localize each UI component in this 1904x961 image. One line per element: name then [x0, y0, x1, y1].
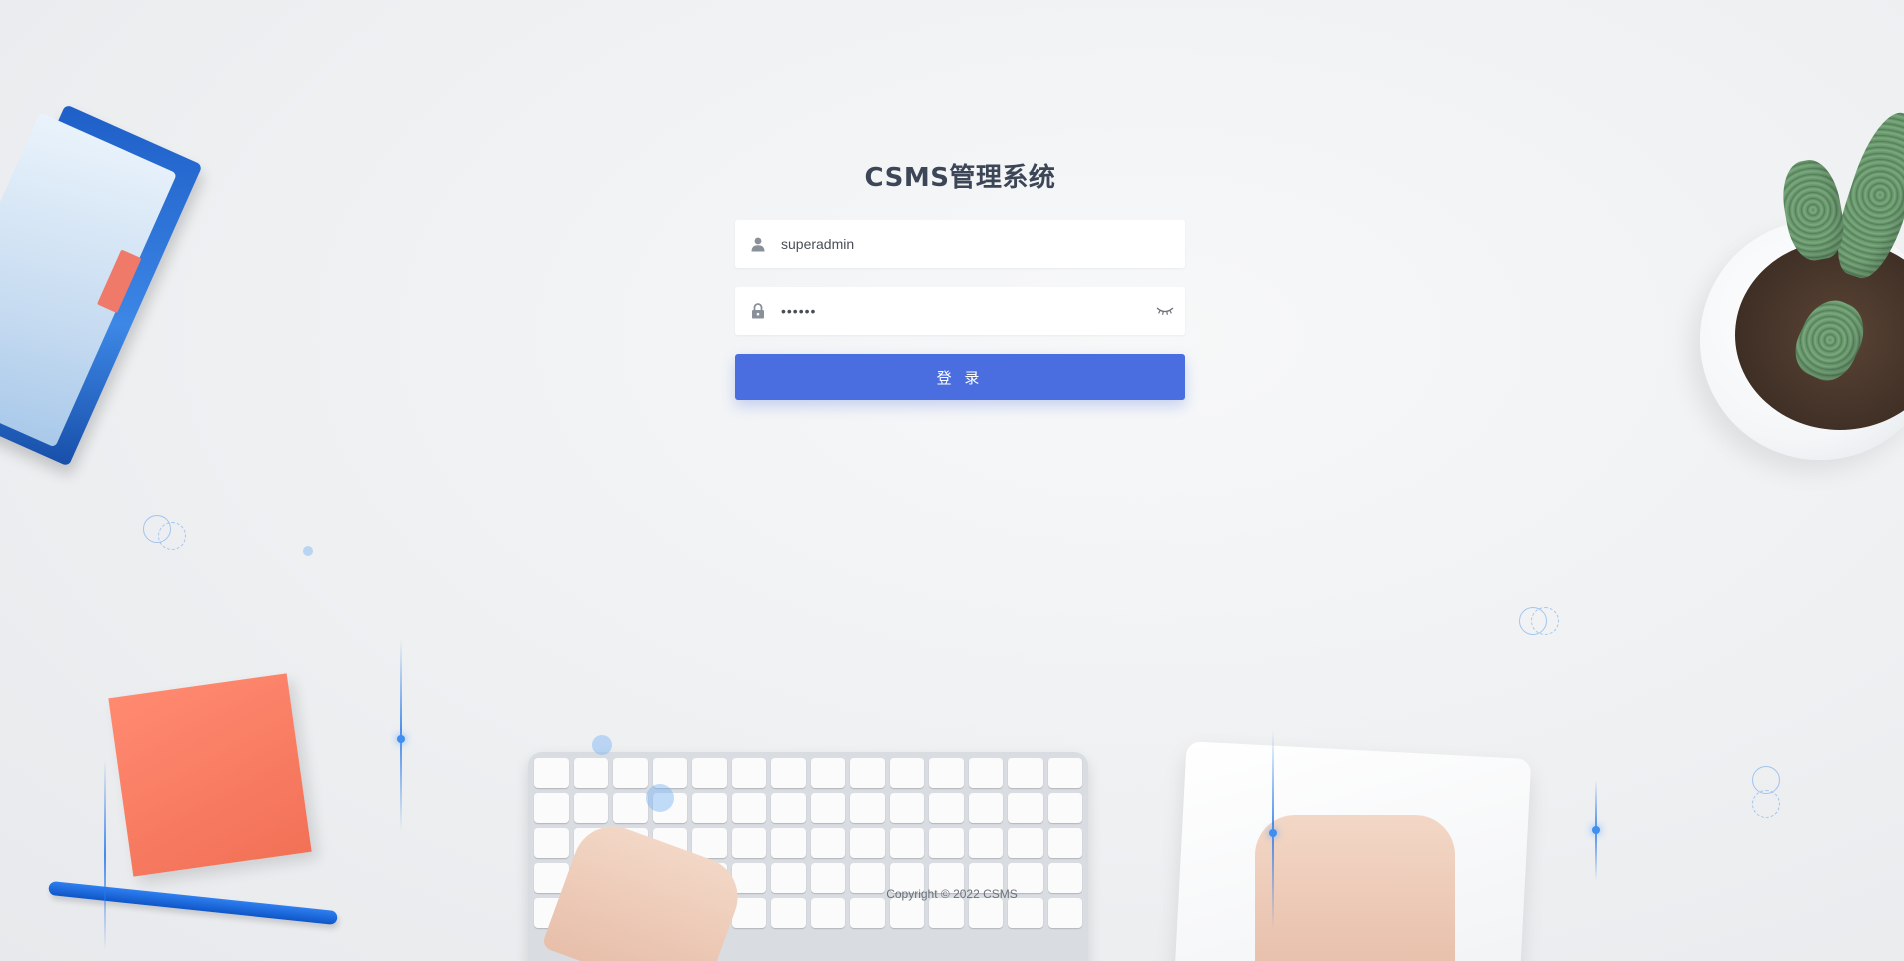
books-decoration — [0, 92, 230, 488]
login-page: CSMS管理系统 superadmin •••••• 登 录 Copyright… — [0, 0, 1904, 961]
login-button[interactable]: 登 录 — [735, 354, 1185, 400]
ring-decoration — [1531, 607, 1559, 635]
eye-closed-icon[interactable] — [1145, 306, 1185, 316]
app-title: CSMS管理系统 — [864, 163, 1056, 193]
username-field[interactable] — [735, 220, 1185, 268]
glow-line-decoration — [104, 760, 106, 950]
lock-icon — [735, 303, 781, 319]
login-form: CSMS管理系统 superadmin •••••• 登 录 — [735, 160, 1185, 400]
bubble-decoration — [592, 735, 612, 755]
glow-dot-decoration — [397, 735, 405, 743]
bubble-decoration — [303, 546, 313, 556]
copyright-text: Copyright © 2022 CSMS — [886, 887, 1018, 901]
ring-decoration — [1752, 790, 1780, 818]
user-icon — [735, 237, 781, 252]
password-field[interactable] — [735, 287, 1185, 335]
bubble-decoration — [646, 784, 674, 812]
glow-dot-decoration — [1592, 826, 1600, 834]
username-input[interactable] — [781, 221, 1185, 267]
sticky-note-decoration — [108, 673, 312, 877]
ring-decoration — [158, 522, 186, 550]
glow-dot-decoration — [1269, 829, 1277, 837]
password-input[interactable] — [781, 288, 1145, 334]
